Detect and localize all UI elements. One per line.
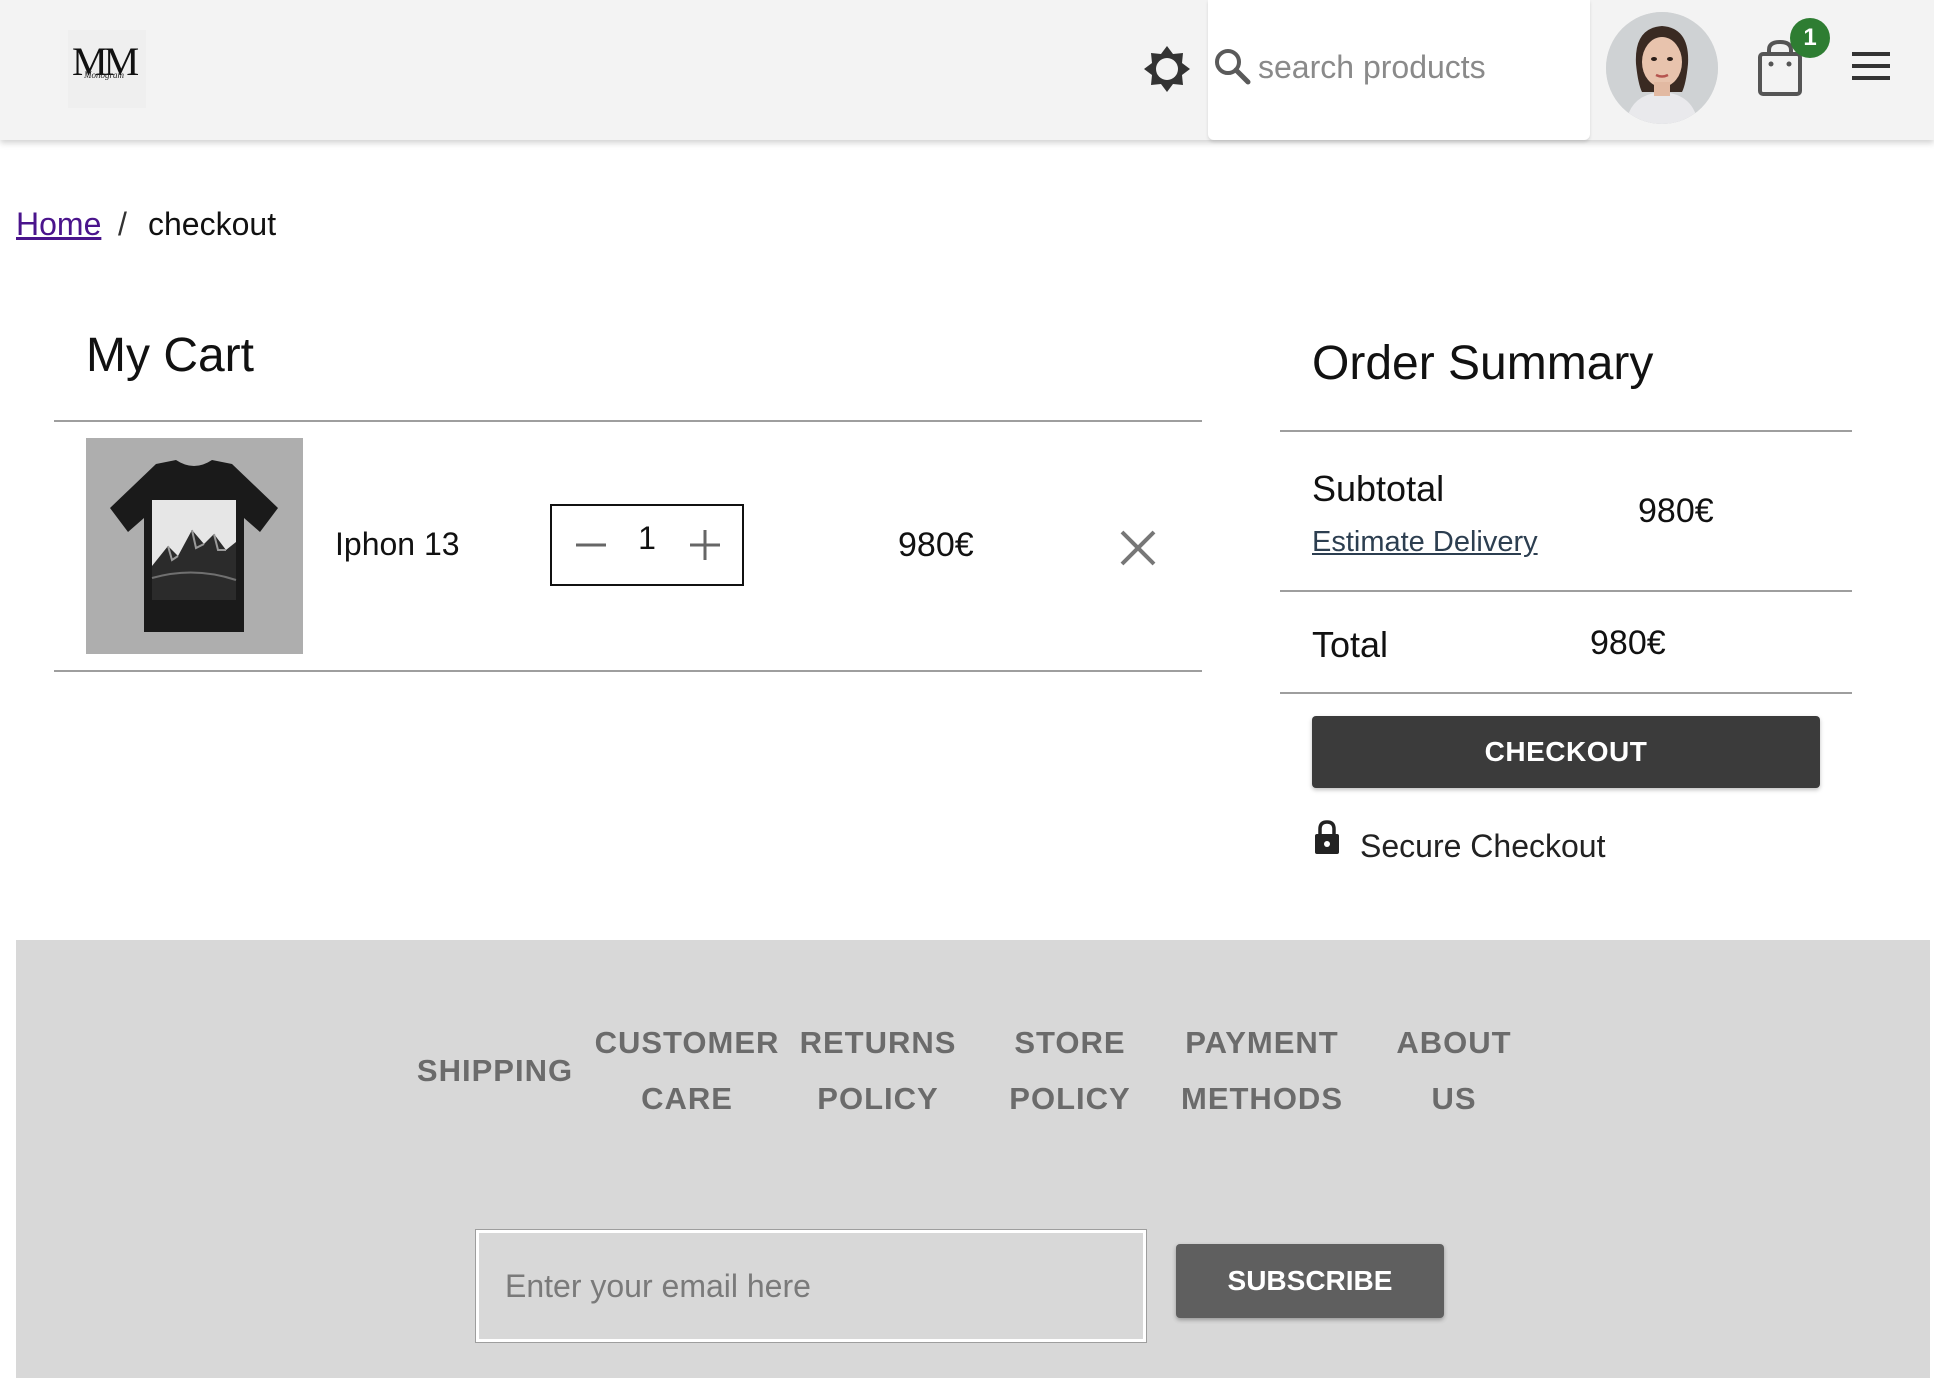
avatar[interactable] xyxy=(1606,12,1718,124)
cart-divider-top xyxy=(54,420,1202,422)
cart-count-badge: 1 xyxy=(1790,18,1830,58)
menu-icon[interactable] xyxy=(1852,52,1892,84)
order-summary-title: Order Summary xyxy=(1312,337,1654,390)
footer-link-about-us[interactable]: ABOUT US xyxy=(1374,1015,1534,1127)
search-icon xyxy=(1212,46,1252,86)
summary-divider-middle xyxy=(1280,590,1852,592)
brightness-icon[interactable] xyxy=(1142,44,1192,94)
summary-divider-bottom xyxy=(1280,692,1852,694)
checkout-button[interactable]: CHECKOUT xyxy=(1312,716,1820,788)
increase-quantity-button[interactable] xyxy=(686,526,724,564)
logo[interactable]: MM Monogram xyxy=(68,30,146,108)
search-input[interactable] xyxy=(1256,40,1580,94)
breadcrumb-home-link[interactable]: Home xyxy=(16,206,101,243)
breadcrumb-separator: / xyxy=(118,206,127,242)
total-label: Total xyxy=(1312,624,1389,665)
item-price: 980€ xyxy=(898,526,974,564)
product-image[interactable] xyxy=(86,438,303,654)
total-value: 980€ xyxy=(1590,624,1666,662)
lock-icon xyxy=(1314,820,1340,856)
subtotal-value: 980€ xyxy=(1638,492,1714,530)
subscribe-button[interactable]: SUBSCRIBE xyxy=(1176,1244,1444,1318)
footer-link-customer-care[interactable]: CUSTOMER CARE xyxy=(594,1015,780,1127)
footer-link-shipping[interactable]: SHIPPING xyxy=(410,1043,580,1099)
footer-link-store-policy[interactable]: STORE POLICY xyxy=(990,1015,1150,1127)
cart-title: My Cart xyxy=(86,329,254,382)
secure-checkout-label: Secure Checkout xyxy=(1360,828,1606,864)
summary-divider-top xyxy=(1280,430,1852,432)
cart-divider-bottom xyxy=(54,670,1202,672)
product-name: Iphon 13 xyxy=(335,526,460,562)
decrease-quantity-button[interactable] xyxy=(572,516,610,574)
quantity-value: 1 xyxy=(638,520,656,556)
logo-signature: Monogram xyxy=(84,70,124,80)
subtotal-label: Subtotal xyxy=(1312,468,1445,509)
newsletter-email-field[interactable] xyxy=(475,1229,1147,1343)
footer-link-returns-policy[interactable]: RETURNS POLICY xyxy=(790,1015,966,1127)
close-icon[interactable] xyxy=(1114,524,1162,572)
breadcrumb-current: checkout xyxy=(148,206,277,242)
footer-link-payment-methods[interactable]: PAYMENT METHODS xyxy=(1168,1015,1356,1127)
estimate-delivery-link[interactable]: Estimate Delivery xyxy=(1312,526,1538,559)
